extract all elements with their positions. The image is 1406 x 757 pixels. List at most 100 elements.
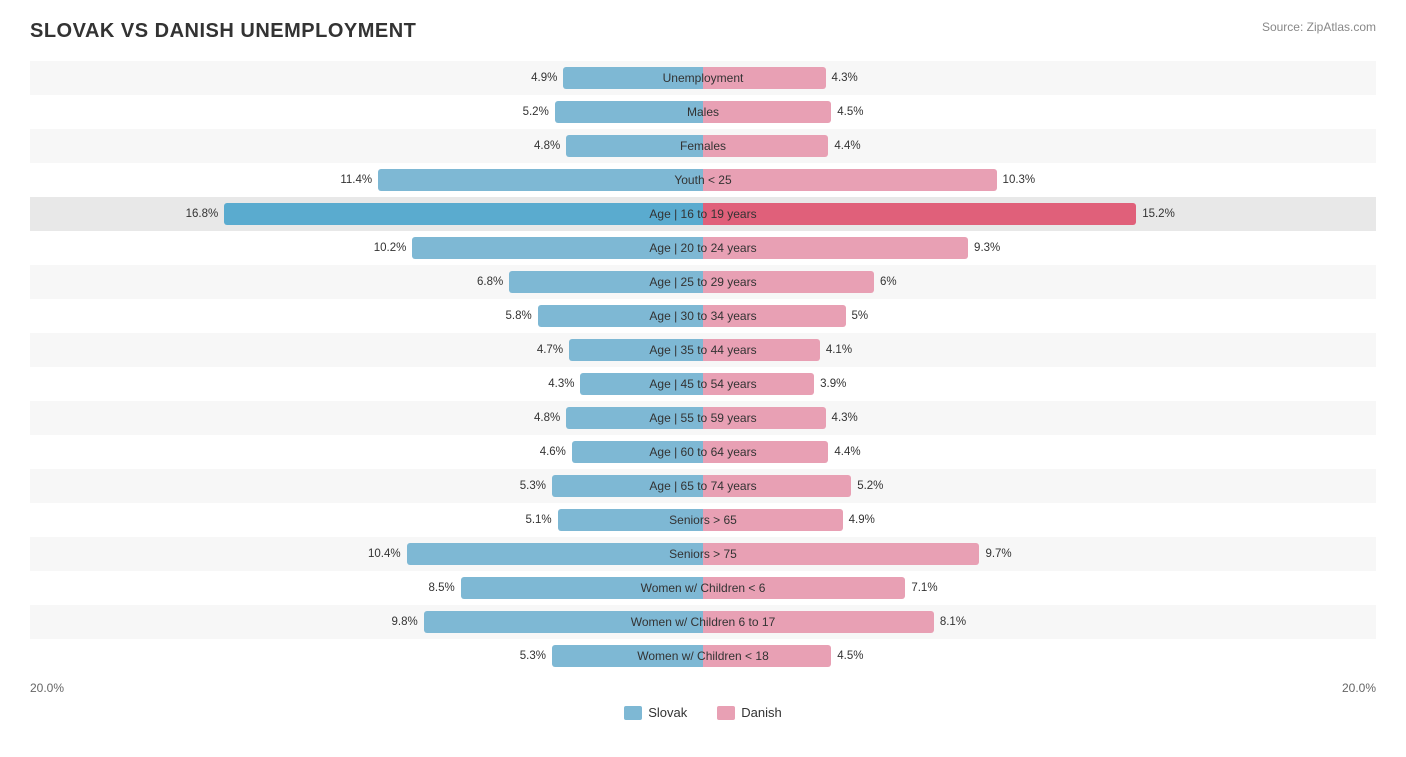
pink-bar [703,339,820,361]
bar-row: 4.3%3.9%Age | 45 to 54 years [30,367,1376,401]
legend: Slovak Danish [30,705,1376,720]
pink-bar [703,543,979,565]
blue-bar [378,169,703,191]
blue-bar [424,611,703,633]
value-left: 5.3% [520,480,546,492]
left-bar-area: 4.8% [30,401,703,435]
bar-row: 4.8%4.4%Females [30,129,1376,163]
right-bar-area: 4.4% [703,435,1376,469]
pink-bar [703,203,1136,225]
blue-bar [552,645,703,667]
blue-bar [563,67,703,89]
right-bar-area: 10.3% [703,163,1376,197]
value-right: 9.7% [985,548,1011,560]
value-right: 4.1% [826,344,852,356]
bar-row: 11.4%10.3%Youth < 25 [30,163,1376,197]
bar-row: 5.3%5.2%Age | 65 to 74 years [30,469,1376,503]
right-bar-area: 4.5% [703,95,1376,129]
pink-bar [703,645,831,667]
x-axis: 20.0% 20.0% [30,681,1376,695]
bar-row: 4.7%4.1%Age | 35 to 44 years [30,333,1376,367]
bar-row: 6.8%6%Age | 25 to 29 years [30,265,1376,299]
value-left: 11.4% [340,174,372,186]
bar-row: 5.8%5%Age | 30 to 34 years [30,299,1376,333]
value-right: 4.4% [834,446,860,458]
left-bar-area: 16.8% [30,197,703,231]
value-right: 4.5% [837,106,863,118]
value-right: 10.3% [1003,174,1036,186]
value-left: 6.8% [477,276,503,288]
right-bar-area: 9.7% [703,537,1376,571]
bar-row: 4.8%4.3%Age | 55 to 59 years [30,401,1376,435]
right-bar-area: 5% [703,299,1376,333]
pink-bar [703,475,851,497]
value-left: 8.5% [429,582,455,594]
value-right: 6% [880,276,897,288]
blue-bar [412,237,703,259]
value-right: 9.3% [974,242,1000,254]
bar-row: 4.6%4.4%Age | 60 to 64 years [30,435,1376,469]
value-left: 4.6% [540,446,566,458]
right-bar-area: 4.9% [703,503,1376,537]
pink-bar [703,237,968,259]
blue-bar [555,101,703,123]
blue-bar [538,305,703,327]
right-bar-area: 4.3% [703,401,1376,435]
left-bar-area: 5.1% [30,503,703,537]
bar-row: 16.8%15.2%Age | 16 to 19 years [30,197,1376,231]
right-bar-area: 7.1% [703,571,1376,605]
value-right: 5.2% [857,480,883,492]
left-bar-area: 4.3% [30,367,703,401]
chart-container: SLOVAK VS DANISH UNEMPLOYMENT Source: Zi… [0,0,1406,750]
value-left: 5.2% [523,106,549,118]
blue-bar [461,577,703,599]
left-bar-area: 10.4% [30,537,703,571]
left-bar-area: 9.8% [30,605,703,639]
right-bar-area: 15.2% [703,197,1376,231]
left-bar-area: 8.5% [30,571,703,605]
value-left: 4.9% [531,72,557,84]
x-axis-right: 20.0% [1342,681,1376,695]
pink-bar [703,271,874,293]
legend-danish-box [717,706,735,720]
x-axis-left: 20.0% [30,681,64,695]
value-right: 8.1% [940,616,966,628]
blue-bar [566,135,703,157]
value-left: 4.8% [534,412,560,424]
pink-bar [703,67,826,89]
right-bar-area: 9.3% [703,231,1376,265]
value-right: 4.5% [837,650,863,662]
left-bar-area: 5.3% [30,639,703,673]
blue-bar [569,339,703,361]
value-left: 9.8% [391,616,417,628]
pink-bar [703,101,831,123]
value-left: 4.3% [548,378,574,390]
left-bar-area: 5.8% [30,299,703,333]
value-left: 5.3% [520,650,546,662]
pink-bar [703,169,997,191]
value-right: 15.2% [1142,208,1175,220]
value-right: 5% [852,310,869,322]
chart-header: SLOVAK VS DANISH UNEMPLOYMENT Source: Zi… [30,20,1376,43]
bar-row: 9.8%8.1%Women w/ Children 6 to 17 [30,605,1376,639]
bar-row: 10.4%9.7%Seniors > 75 [30,537,1376,571]
chart-source: Source: ZipAtlas.com [1262,20,1376,34]
bar-row: 5.3%4.5%Women w/ Children < 18 [30,639,1376,673]
blue-bar [580,373,703,395]
pink-bar [703,577,905,599]
left-bar-area: 11.4% [30,163,703,197]
legend-slovak-box [624,706,642,720]
right-bar-area: 6% [703,265,1376,299]
pink-bar [703,509,843,531]
pink-bar [703,407,826,429]
right-bar-area: 4.1% [703,333,1376,367]
value-right: 4.9% [849,514,875,526]
left-bar-area: 4.9% [30,61,703,95]
blue-bar [224,203,703,225]
right-bar-area: 5.2% [703,469,1376,503]
left-bar-area: 10.2% [30,231,703,265]
bars-wrapper: 4.9%4.3%Unemployment5.2%4.5%Males4.8%4.4… [30,61,1376,673]
right-bar-area: 3.9% [703,367,1376,401]
pink-bar [703,373,814,395]
value-left: 4.8% [534,140,560,152]
